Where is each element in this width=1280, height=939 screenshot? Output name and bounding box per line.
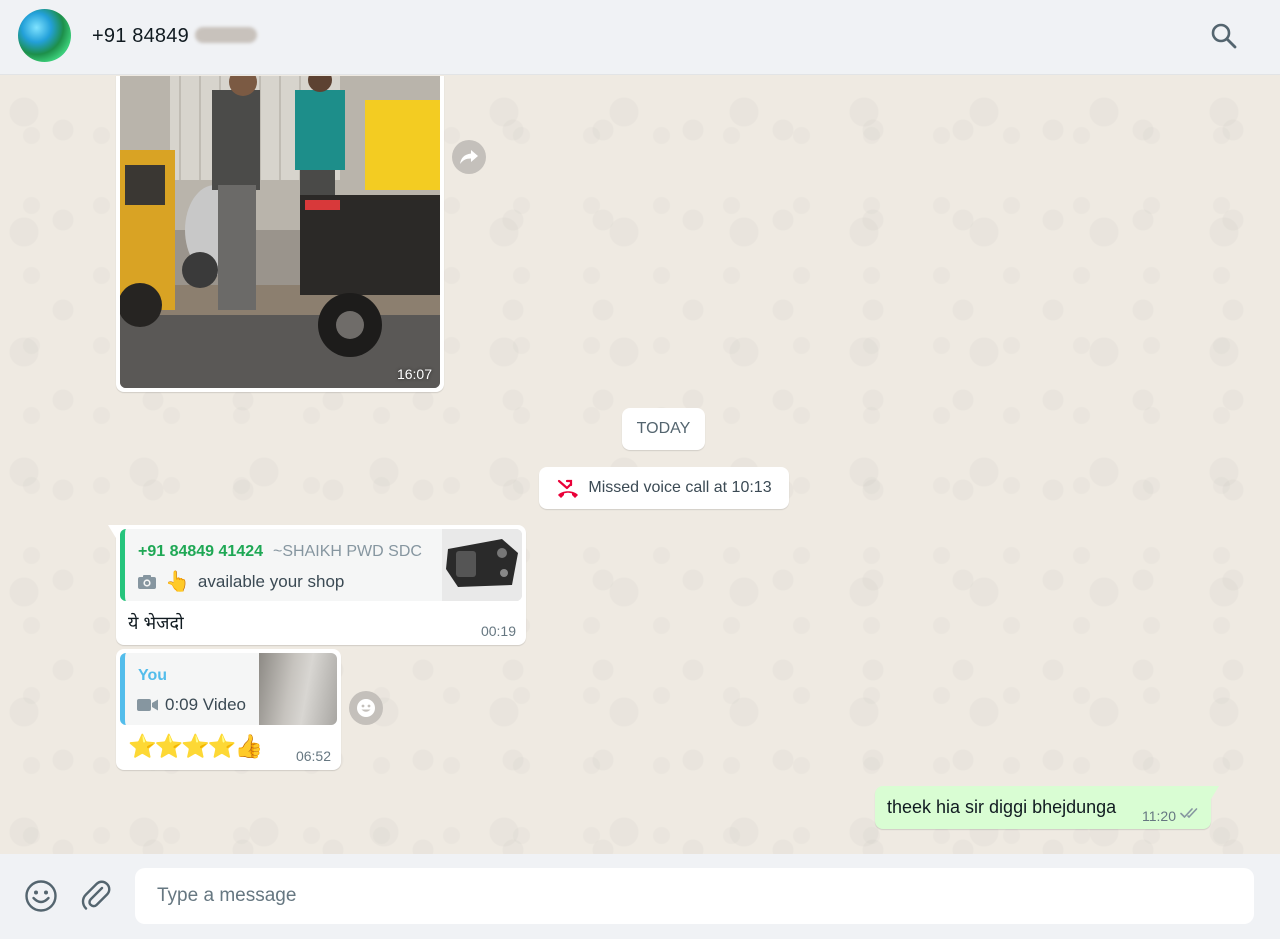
contact-name[interactable]: +91 84849 (92, 25, 257, 48)
missed-call-text: Missed voice call at 10:13 (588, 479, 772, 496)
chat-area[interactable]: 16:07 TODAY Missed voice call at 10:13 +… (0, 76, 1280, 854)
missed-call-notice[interactable]: Missed voice call at 10:13 (539, 467, 789, 509)
bubble-tail (108, 525, 116, 538)
message-composer (0, 854, 1280, 939)
quoted-video-thumbnail (259, 653, 337, 725)
emoji-button[interactable] (24, 879, 58, 913)
quoted-sender-name: ~SHAIKH PWD SDC (273, 543, 422, 560)
forward-icon (460, 150, 478, 164)
incoming-message[interactable]: +91 84849 41424 ~SHAIKH PWD SDC 👆 availab… (108, 525, 526, 645)
message-time: 00:19 (480, 623, 516, 639)
smiley-icon (357, 699, 375, 717)
bubble-tail (1211, 786, 1219, 799)
video-icon (137, 699, 158, 711)
quoted-text: 0:09 Video (165, 695, 246, 714)
react-button[interactable] (349, 691, 383, 725)
image-message[interactable]: 16:07 (116, 76, 444, 392)
incoming-message[interactable]: You 0:09 Video ⭐⭐⭐⭐👍 06:52 (116, 649, 341, 770)
quoted-thumbnail (442, 529, 522, 601)
quoted-text: available your shop (197, 571, 345, 591)
quoted-message[interactable]: You 0:09 Video (120, 653, 337, 725)
quoted-text-line: 👆 available your shop (137, 569, 344, 594)
message-text: ये भेजदो (128, 613, 184, 633)
search-button[interactable] (1208, 20, 1240, 52)
quoted-sender-number: +91 84849 41424 (138, 543, 264, 560)
quoted-thumbnail-image (442, 529, 522, 601)
forward-button[interactable] (452, 140, 486, 174)
image-time: 16:07 (396, 366, 432, 382)
message-photo[interactable]: 16:07 (120, 76, 440, 388)
message-input[interactable] (135, 868, 1254, 924)
redacted-digits (194, 27, 257, 43)
photo-scene (120, 76, 440, 388)
message-text: theek hia sir diggi bhejdunga (887, 797, 1117, 817)
message-time: 06:52 (295, 748, 331, 764)
chat-header: +91 84849 (0, 0, 1280, 75)
pointing-hand-emoji: 👆 (165, 571, 190, 593)
quoted-text-line: 0:09 Video (137, 695, 246, 715)
paperclip-icon (81, 880, 111, 910)
outgoing-message[interactable]: theek hia sir diggi bhejdunga 11:20 (875, 786, 1219, 829)
attach-button[interactable] (80, 879, 112, 913)
emoji-message: ⭐⭐⭐⭐👍 (128, 733, 263, 760)
date-divider: TODAY (622, 408, 705, 450)
missed-call-icon (558, 479, 579, 498)
quoted-sender: You (138, 667, 168, 684)
quoted-message[interactable]: +91 84849 41424 ~SHAIKH PWD SDC 👆 availab… (120, 529, 522, 601)
message-text: ⭐⭐⭐⭐👍 (128, 733, 263, 759)
quoted-sender: +91 84849 41424 ~SHAIKH PWD SDC (138, 543, 422, 561)
emoji-icon (25, 880, 57, 912)
double-check-icon (1180, 808, 1198, 818)
date-divider-text: TODAY (636, 420, 691, 437)
message-time: 11:20 (1142, 808, 1176, 824)
contact-name-text: +91 84849 (92, 25, 189, 47)
contact-avatar[interactable] (18, 9, 71, 62)
camera-icon (138, 574, 156, 589)
search-icon (1211, 23, 1237, 49)
